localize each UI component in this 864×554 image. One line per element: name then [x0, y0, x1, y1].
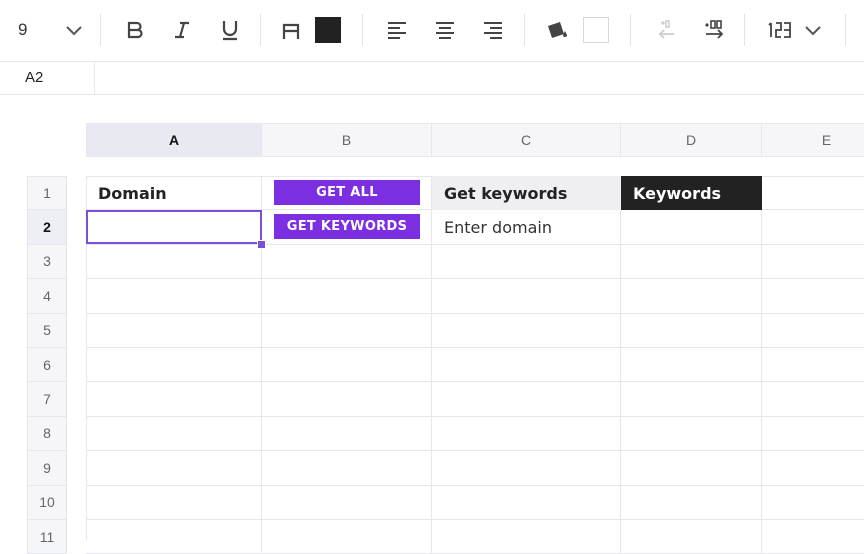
get-all-button[interactable]: GET ALL	[274, 180, 420, 205]
grid-cell[interactable]	[262, 451, 432, 486]
row-header-2[interactable]: 2	[27, 210, 67, 245]
grid-cell[interactable]	[432, 416, 621, 452]
grid-cell[interactable]	[262, 520, 432, 554]
formula-bar: A2	[0, 61, 864, 95]
toolbar-divider	[100, 14, 101, 46]
align-center-icon[interactable]	[432, 10, 458, 50]
grid-cell[interactable]	[762, 417, 864, 452]
increase-decimal-icon[interactable]	[700, 10, 728, 50]
grid-cell[interactable]	[432, 313, 621, 348]
row-header-8[interactable]: 8	[27, 416, 67, 452]
decrease-decimal-icon[interactable]	[652, 10, 680, 50]
row-header-10[interactable]: 10	[27, 485, 67, 520]
row-header-3[interactable]: 3	[27, 244, 67, 280]
grid-cell[interactable]	[762, 348, 864, 383]
cell-reference[interactable]: A2	[0, 61, 95, 94]
align-left-icon[interactable]	[384, 10, 410, 50]
font-size-select[interactable]: 9	[18, 10, 48, 50]
row-header-7[interactable]: 7	[27, 382, 67, 417]
grid-cell[interactable]	[621, 520, 762, 554]
grid-cell[interactable]	[262, 416, 432, 452]
grid-cell[interactable]	[762, 245, 864, 280]
grid-cell[interactable]	[262, 382, 432, 417]
chevron-down-icon[interactable]	[62, 10, 86, 50]
grid-cell[interactable]	[86, 485, 262, 520]
grid-cell[interactable]	[432, 520, 621, 554]
grid-cell[interactable]	[262, 279, 432, 314]
toolbar: 9	[0, 0, 864, 62]
grid-cell[interactable]	[432, 382, 621, 417]
row-header-11[interactable]: 11	[27, 520, 67, 554]
toolbar-divider	[362, 14, 363, 46]
cell-d1[interactable]: Keywords	[633, 176, 721, 210]
row-header-6[interactable]: 6	[27, 348, 67, 383]
underline-icon[interactable]	[217, 10, 243, 50]
grid-cell[interactable]	[621, 279, 762, 314]
grid-cell[interactable]	[262, 313, 432, 348]
grid-cell[interactable]	[621, 348, 762, 383]
text-color-icon[interactable]	[278, 10, 304, 50]
number-format-icon[interactable]	[766, 10, 794, 50]
grid-cell[interactable]	[762, 176, 864, 211]
column-header-b[interactable]: B	[262, 123, 432, 157]
grid-cell[interactable]	[621, 416, 762, 452]
grid-cell[interactable]	[432, 244, 621, 280]
toolbar-divider	[524, 14, 525, 46]
fill-color-swatch[interactable]	[582, 10, 610, 50]
column-header-d[interactable]: D	[621, 123, 762, 157]
grid-cell[interactable]	[762, 210, 864, 245]
text-color-swatch[interactable]	[313, 10, 343, 50]
grid-cell[interactable]	[762, 451, 864, 486]
grid-cell[interactable]	[621, 382, 762, 417]
grid-cell[interactable]	[762, 486, 864, 520]
chevron-down-icon[interactable]	[801, 10, 825, 50]
row-header-1[interactable]: 1	[27, 176, 67, 211]
grid-cell[interactable]	[621, 210, 762, 245]
grid-cell[interactable]	[86, 451, 262, 486]
grid-cell[interactable]	[621, 313, 762, 348]
cell-a1[interactable]: Domain	[98, 176, 167, 210]
grid-cell[interactable]	[262, 244, 432, 280]
grid-cell[interactable]	[432, 451, 621, 486]
grid-cell[interactable]	[86, 313, 262, 348]
grid-cell[interactable]	[262, 485, 432, 520]
toolbar-divider	[744, 14, 745, 46]
grid-cell[interactable]	[262, 348, 432, 383]
grid-cell[interactable]	[86, 348, 262, 383]
grid-cell[interactable]	[762, 520, 864, 554]
grid-cell[interactable]	[86, 520, 262, 554]
row-header-5[interactable]: 5	[27, 313, 67, 348]
bold-icon[interactable]	[122, 10, 148, 50]
grid-cell[interactable]	[762, 279, 864, 314]
column-header-a[interactable]: A	[86, 123, 262, 157]
cell-c2[interactable]: Enter domain	[444, 210, 552, 244]
grid-cell[interactable]	[86, 244, 262, 280]
grid-cell[interactable]	[762, 382, 864, 417]
toolbar-divider	[630, 14, 631, 46]
get-keywords-button[interactable]: GET KEYWORDS	[274, 214, 420, 239]
grid-cell[interactable]	[86, 416, 262, 452]
toolbar-divider	[260, 14, 261, 46]
fill-color-icon[interactable]	[543, 10, 571, 50]
toolbar-divider	[845, 14, 846, 46]
row-header-4[interactable]: 4	[27, 279, 67, 314]
grid-cell[interactable]	[432, 279, 621, 314]
grid-cell[interactable]	[86, 382, 262, 417]
fill-handle[interactable]	[257, 240, 266, 249]
align-right-icon[interactable]	[480, 10, 506, 50]
grid-cell[interactable]	[621, 485, 762, 520]
grid-cell[interactable]	[762, 314, 864, 348]
formula-input[interactable]	[96, 61, 864, 94]
grid-cell[interactable]	[621, 244, 762, 280]
column-header-e[interactable]: E	[762, 123, 864, 157]
grid-cell[interactable]	[86, 279, 262, 314]
grid-cell[interactable]	[621, 451, 762, 486]
cell-c1[interactable]: Get keywords	[444, 176, 567, 210]
row-header-9[interactable]: 9	[27, 451, 67, 486]
italic-icon[interactable]	[169, 10, 195, 50]
selected-cell-a2[interactable]	[86, 210, 262, 244]
grid-cell[interactable]	[432, 485, 621, 520]
grid-cell[interactable]	[432, 348, 621, 383]
column-header-c[interactable]: C	[432, 123, 621, 157]
